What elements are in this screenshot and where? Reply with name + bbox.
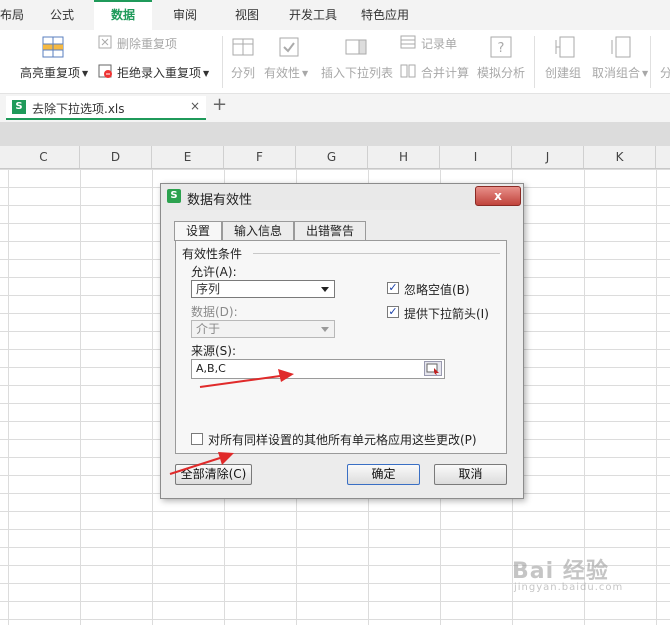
baidu-watermark: Bai 经验: [512, 559, 609, 584]
red-arrowhead: [278, 369, 294, 382]
red-arrow-checkbox: [169, 457, 221, 475]
annotation-arrows: [169, 369, 294, 475]
baidu-watermark-url: jingyan.baidu.com: [514, 582, 624, 593]
red-arrowhead: [218, 452, 234, 465]
red-arrow-source: [199, 375, 281, 388]
